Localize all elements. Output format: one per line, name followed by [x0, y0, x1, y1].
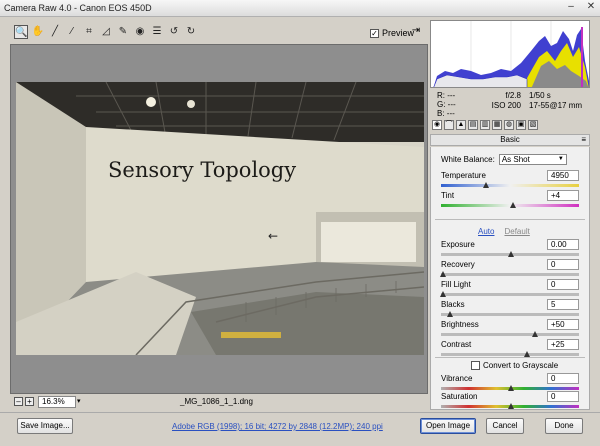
preview-image: ← Sensory Topology — [16, 82, 424, 355]
grayscale-toggle[interactable]: Convert to Grayscale — [471, 361, 558, 370]
chevron-down-icon: ▼ — [557, 156, 564, 162]
button-bar: Save Image... Adobe RGB (1998); 16 bit; … — [0, 412, 600, 446]
vibrance-thumb[interactable] — [507, 385, 514, 391]
brightness-slider[interactable]: Brightness +50 — [441, 319, 581, 340]
blue-readout: B: --- — [437, 109, 455, 118]
done-button[interactable]: Done — [545, 418, 583, 434]
exposure-slider[interactable]: Exposure 0.00 — [441, 239, 581, 260]
panel-menu-icon[interactable]: ≡ — [581, 135, 586, 145]
panel-title: Basic ≡ — [430, 134, 590, 146]
file-name: _MG_1086_1_1.dng — [180, 397, 253, 406]
saturation-value[interactable]: 0 — [547, 391, 579, 402]
fill-light-slider[interactable]: Fill Light 0 — [440, 279, 581, 300]
vibrance-value[interactable]: 0 — [547, 373, 579, 384]
title-bar: Camera Raw 4.0 - Canon EOS 450D – ✕ — [0, 0, 600, 17]
basic-controls: White Balance: As Shot ▼ Temperature 495… — [430, 147, 590, 410]
zoom-tool-icon[interactable]: 🔍 — [14, 25, 28, 39]
contrast-value[interactable]: +25 — [547, 339, 579, 350]
zoom-in-button[interactable]: + — [25, 397, 34, 406]
adjustments-panel: R: --- G: --- B: --- f/2.8 1/50 s ISO 20… — [430, 20, 590, 410]
toolbar: 🔍 ✋ ╱ ⁄ ⌗ ◿ ✎ ◉ ☰ ↺ ↻ ✓ Preview ⇥ — [10, 20, 428, 44]
blacks-slider[interactable]: Blacks 5 — [441, 299, 581, 320]
tab-tone-curve[interactable]: ⌒ — [444, 120, 454, 130]
rotate-right-icon[interactable]: ↻ — [184, 25, 198, 39]
recovery-slider[interactable]: Recovery 0 — [440, 259, 581, 280]
tab-snapshots[interactable]: ▧ — [528, 120, 538, 130]
tab-camera-calibration[interactable]: ◍ — [504, 120, 514, 130]
full-screen-icon[interactable]: ⇥ — [409, 25, 423, 39]
tint-thumb[interactable] — [510, 202, 517, 208]
rotate-left-icon[interactable]: ↺ — [167, 25, 181, 39]
tab-detail[interactable]: ▲ — [456, 120, 466, 130]
open-image-button[interactable]: Open Image — [420, 418, 476, 434]
brightness-value[interactable]: +50 — [547, 319, 579, 330]
sign-text: Sensory Topology — [108, 158, 296, 182]
close-button[interactable]: ✕ — [586, 1, 596, 12]
straighten-tool-icon[interactable]: ◿ — [99, 25, 113, 39]
tab-split-toning[interactable]: ▥ — [480, 120, 490, 130]
color-sampler-tool-icon[interactable]: ⁄ — [65, 25, 79, 39]
fill-light-value[interactable]: 0 — [547, 279, 579, 290]
green-readout: G: --- — [437, 100, 456, 109]
minimize-button[interactable]: – — [566, 1, 576, 12]
panel-title-text: Basic — [500, 135, 520, 144]
workflow-options-link[interactable]: Adobe RGB (1998); 16 bit; 4272 by 2848 (… — [172, 422, 383, 431]
tab-presets[interactable]: ▣ — [516, 120, 526, 130]
divider — [435, 219, 585, 220]
blacks-thumb[interactable] — [446, 311, 453, 317]
chevron-down-icon[interactable]: ▾ — [77, 397, 81, 405]
blacks-value[interactable]: 5 — [547, 299, 579, 310]
lens: 17-55@17 mm — [529, 101, 583, 110]
saturation-slider[interactable]: Saturation 0 — [441, 391, 581, 412]
fill-light-thumb[interactable] — [440, 291, 446, 297]
window-title: Camera Raw 4.0 - Canon EOS 450D — [4, 3, 152, 13]
auto-link[interactable]: Auto — [478, 227, 494, 236]
preview-checkbox[interactable]: ✓ — [370, 28, 379, 38]
image-preview-pane[interactable]: ← Sensory Topology — [10, 44, 428, 394]
red-eye-tool-icon[interactable]: ◉ — [133, 25, 147, 39]
save-image-button[interactable]: Save Image... — [17, 418, 73, 434]
zoom-out-button[interactable]: – — [14, 397, 23, 406]
white-balance-value: As Shot — [501, 155, 530, 164]
recovery-thumb[interactable] — [440, 271, 446, 277]
tab-basic[interactable]: ◉ — [432, 120, 442, 130]
exposure-thumb[interactable] — [507, 251, 514, 257]
crop-tool-icon[interactable]: ⌗ — [82, 25, 96, 39]
recovery-value[interactable]: 0 — [547, 259, 579, 270]
preferences-icon[interactable]: ☰ — [150, 25, 164, 39]
temperature-slider[interactable]: Temperature 4950 — [441, 170, 581, 191]
default-link[interactable]: Default — [504, 227, 529, 236]
iso: ISO 200 — [491, 101, 521, 110]
hand-tool-icon[interactable]: ✋ — [31, 25, 45, 39]
aperture: f/2.8 — [505, 91, 521, 100]
zoom-bar: – + 16.3% ▾ _MG_1086_1_1.dng — [10, 394, 428, 410]
divider — [435, 357, 585, 358]
tab-lens-corrections[interactable]: ▦ — [492, 120, 502, 130]
zoom-level-select[interactable]: 16.3% — [38, 396, 76, 408]
tint-slider[interactable]: Tint +4 — [441, 190, 581, 211]
histogram — [430, 20, 590, 88]
grayscale-label: Convert to Grayscale — [483, 361, 559, 370]
brightness-thumb[interactable] — [531, 331, 538, 337]
white-balance-label: White Balance: — [441, 155, 495, 164]
white-balance-select[interactable]: As Shot ▼ — [498, 154, 567, 165]
shutter-speed: 1/50 s — [529, 91, 551, 100]
saturation-thumb[interactable] — [507, 403, 514, 409]
tab-hsl[interactable]: ▤ — [468, 120, 478, 130]
retouch-tool-icon[interactable]: ✎ — [116, 25, 130, 39]
svg-text:←: ← — [268, 229, 278, 243]
panel-tabs: ◉ ⌒ ▲ ▤ ▥ ▦ ◍ ▣ ▧ — [430, 120, 590, 132]
preview-toggle[interactable]: ✓ Preview — [370, 28, 414, 38]
grayscale-checkbox[interactable] — [471, 361, 480, 370]
exposure-value[interactable]: 0.00 — [547, 239, 579, 250]
red-readout: R: --- — [437, 91, 456, 100]
white-balance-tool-icon[interactable]: ╱ — [48, 25, 62, 39]
temperature-thumb[interactable] — [483, 182, 490, 188]
temperature-value[interactable]: 4950 — [547, 170, 579, 181]
cancel-button[interactable]: Cancel — [486, 418, 524, 434]
tint-value[interactable]: +4 — [547, 190, 579, 201]
